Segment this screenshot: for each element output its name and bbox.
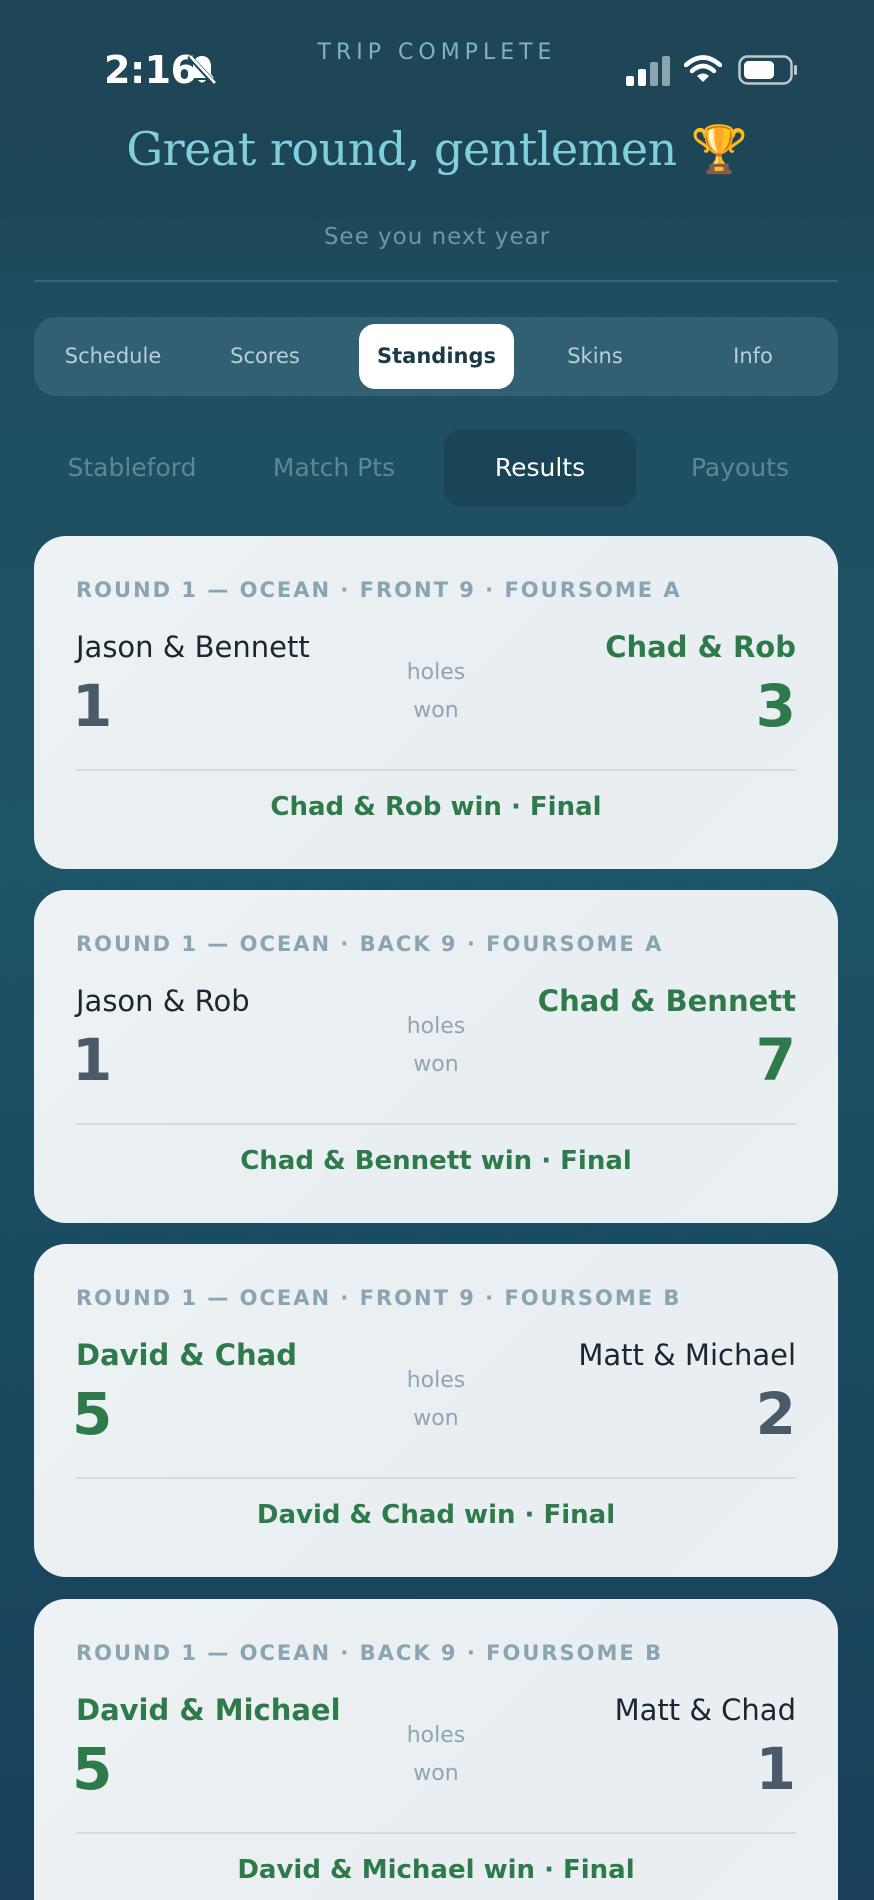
- holes-label: holes: [406, 1014, 466, 1039]
- page-subtitle: See you next year: [323, 224, 551, 250]
- match-card[interactable]: ROUND 1 — OCEAN · BACK 9 · FOURSOME B Da…: [34, 1599, 838, 1900]
- match-card[interactable]: ROUND 1 — OCEAN · BACK 9 · FOURSOME A Ja…: [34, 890, 838, 1223]
- match-title: ROUND 1 — OCEAN · BACK 9 · FOURSOME B: [76, 1641, 664, 1665]
- subtab-stableford[interactable]: Stableford: [34, 430, 230, 506]
- holes-label: holes: [406, 660, 466, 685]
- match-result: Chad & Rob win · Final: [270, 792, 602, 822]
- right-team-name: Chad & Bennett: [537, 984, 796, 1018]
- match-result: David & Michael win · Final: [237, 1855, 635, 1885]
- card-divider: [76, 1832, 796, 1834]
- match-card[interactable]: ROUND 1 — OCEAN · FRONT 9 · FOURSOME A J…: [34, 536, 838, 869]
- right-team-score: 1: [755, 1735, 796, 1803]
- left-team-name: Jason & Rob: [76, 984, 250, 1018]
- holes-won-label: holes won: [386, 1362, 486, 1438]
- match-title: ROUND 1 — OCEAN · FRONT 9 · FOURSOME B: [76, 1286, 682, 1310]
- holes-won-label: holes won: [386, 654, 486, 730]
- match-result: Chad & Bennett win · Final: [240, 1146, 632, 1176]
- card-divider: [76, 1123, 796, 1125]
- wifi-icon: [684, 55, 722, 82]
- tab-standings[interactable]: Standings: [359, 324, 514, 389]
- match-card[interactable]: ROUND 1 — OCEAN · FRONT 9 · FOURSOME B D…: [34, 1244, 838, 1577]
- left-team-score: 5: [72, 1735, 113, 1803]
- tab-skins[interactable]: Skins: [524, 324, 666, 389]
- match-title: ROUND 1 — OCEAN · FRONT 9 · FOURSOME A: [76, 578, 682, 602]
- battery-icon: [738, 55, 797, 85]
- subtab-payouts[interactable]: Payouts: [642, 430, 838, 506]
- signal-icon: [626, 56, 670, 86]
- left-team-name: Jason & Bennett: [76, 630, 310, 664]
- match-result: David & Chad win · Final: [256, 1500, 616, 1530]
- right-team-name: Matt & Chad: [614, 1693, 796, 1727]
- subtab-results[interactable]: Results: [444, 430, 636, 506]
- holes-won-label: holes won: [386, 1008, 486, 1084]
- page-title: Great round, gentlemen 🏆: [126, 122, 748, 176]
- won-label: won: [413, 698, 459, 723]
- subtab-match-pts[interactable]: Match Pts: [236, 430, 432, 506]
- won-label: won: [413, 1052, 459, 1077]
- right-team-score: 3: [755, 672, 796, 740]
- left-team-score: 5: [72, 1380, 113, 1448]
- holes-label: holes: [406, 1723, 466, 1748]
- tab-schedule[interactable]: Schedule: [42, 324, 184, 389]
- right-team-name: Chad & Rob: [605, 630, 796, 664]
- won-label: won: [413, 1406, 459, 1431]
- holes-won-label: holes won: [386, 1717, 486, 1793]
- tab-scores[interactable]: Scores: [194, 324, 336, 389]
- main-tab-bar: Schedule Scores Standings Skins Info: [34, 317, 838, 396]
- card-divider: [76, 769, 796, 771]
- right-team-name: Matt & Michael: [578, 1338, 796, 1372]
- right-team-score: 2: [755, 1380, 796, 1448]
- card-divider: [76, 1477, 796, 1479]
- won-label: won: [413, 1761, 459, 1786]
- tab-info[interactable]: Info: [682, 324, 824, 389]
- right-team-score: 7: [755, 1026, 796, 1094]
- left-team-score: 1: [72, 1026, 113, 1094]
- header-divider: [34, 280, 838, 282]
- left-team-score: 1: [72, 672, 113, 740]
- left-team-name: David & Chad: [76, 1338, 297, 1372]
- left-team-name: David & Michael: [76, 1693, 341, 1727]
- status-bar: 2:16 TRIP COMPLETE: [0, 0, 874, 134]
- holes-label: holes: [406, 1368, 466, 1393]
- match-title: ROUND 1 — OCEAN · BACK 9 · FOURSOME A: [76, 932, 664, 956]
